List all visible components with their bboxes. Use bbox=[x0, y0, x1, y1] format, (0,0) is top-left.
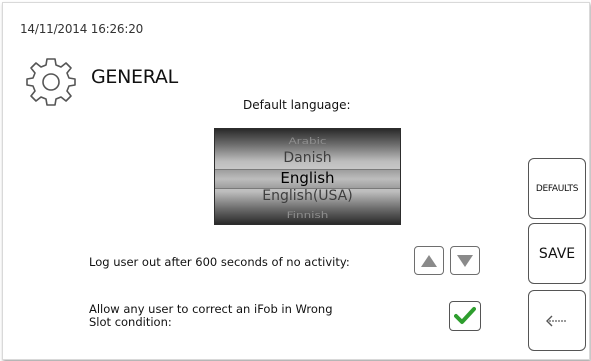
defaults-button[interactable]: DEFAULTS bbox=[528, 158, 586, 219]
arrow-up-icon bbox=[421, 255, 437, 267]
save-button[interactable]: SAVE bbox=[528, 223, 586, 284]
default-language-label: Default language: bbox=[243, 98, 351, 112]
back-button[interactable] bbox=[528, 290, 586, 351]
picker-option[interactable]: Finnish bbox=[215, 208, 400, 222]
arrow-down-icon bbox=[457, 255, 473, 267]
gear-icon bbox=[25, 55, 77, 107]
ifob-correction-label: Allow any user to correct an iFob in Wro… bbox=[89, 302, 333, 329]
decrease-timeout-button[interactable] bbox=[450, 246, 480, 275]
checkmark-icon bbox=[454, 307, 476, 324]
picker-option[interactable]: Danish bbox=[215, 149, 400, 167]
increase-timeout-button[interactable] bbox=[414, 246, 444, 275]
timestamp: 14/11/2014 16:26:20 bbox=[20, 22, 144, 36]
picker-option[interactable]: Arabic bbox=[215, 134, 400, 148]
language-picker[interactable]: Arabic Danish English English(USA) Finni… bbox=[214, 128, 401, 225]
ifob-correction-checkbox[interactable] bbox=[449, 301, 481, 331]
picker-option-selected[interactable]: English bbox=[215, 169, 400, 187]
logout-timeout-label: Log user out after 600 seconds of no act… bbox=[89, 255, 350, 269]
page-title: GENERAL bbox=[91, 66, 178, 88]
settings-screen: 14/11/2014 16:26:20 GENERAL Default lang… bbox=[2, 2, 590, 360]
picker-option[interactable]: English(USA) bbox=[215, 187, 400, 205]
back-arrow-icon bbox=[546, 315, 566, 326]
